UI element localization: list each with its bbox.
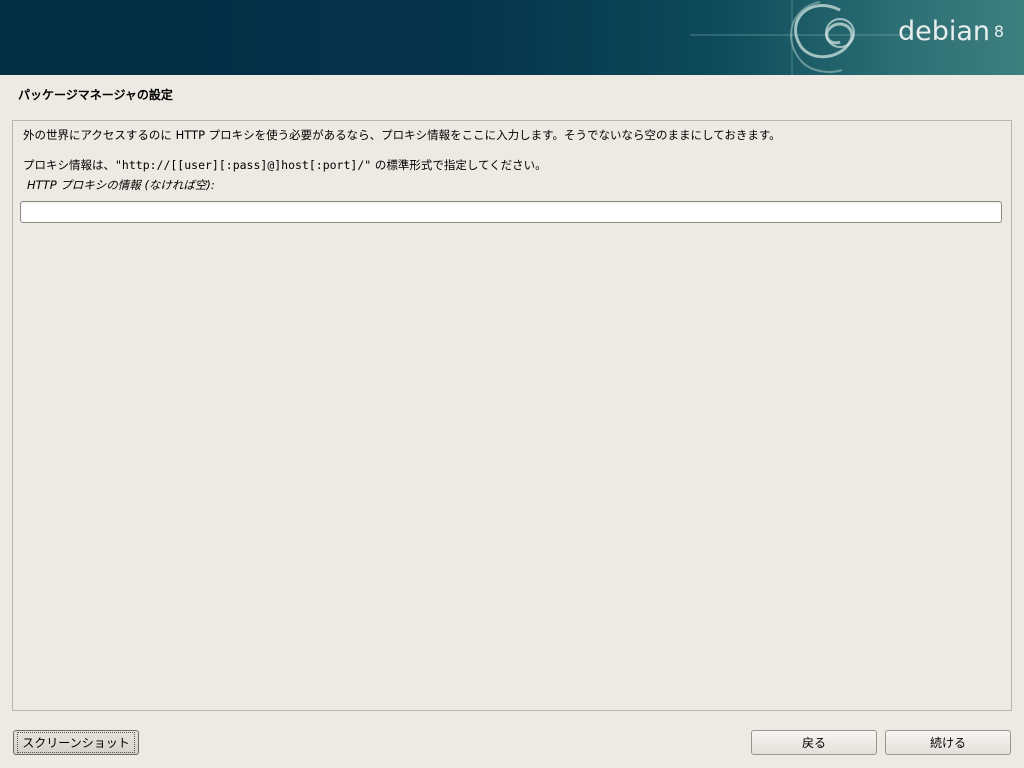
debian-version: 8 — [993, 22, 1004, 41]
format-hint-suffix: の標準形式で指定してください。 — [371, 158, 547, 172]
back-button[interactable]: 戻る — [751, 730, 877, 755]
format-example: "http://[[user][:pass]@]host[:port]/" — [115, 158, 372, 172]
format-hint: プロキシ情報は、"http://[[user][:pass]@]host[:po… — [23, 157, 547, 173]
screenshot-button-label: スクリーンショット — [17, 732, 135, 753]
debian-swirl-icon — [690, 0, 910, 75]
format-hint-prefix: プロキシ情報は、 — [23, 158, 115, 172]
proxy-field-label: HTTP プロキシの情報 (なければ空): — [27, 178, 215, 192]
http-proxy-input[interactable] — [20, 201, 1002, 223]
screenshot-button[interactable]: スクリーンショット — [13, 730, 139, 755]
debian-logo: debian — [897, 16, 990, 47]
content-panel: 外の世界にアクセスするのに HTTP プロキシを使う必要があるなら、プロキシ情報… — [12, 120, 1012, 711]
header-banner: debian 8 — [0, 0, 1024, 75]
page-title: パッケージマネージャの設定 — [18, 88, 173, 102]
continue-button[interactable]: 続ける — [885, 730, 1011, 755]
description-text: 外の世界にアクセスするのに HTTP プロキシを使う必要があるなら、プロキシ情報… — [23, 128, 781, 142]
